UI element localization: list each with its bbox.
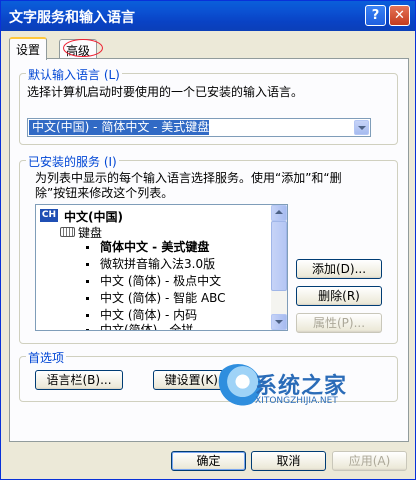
close-icon: ✕ bbox=[394, 8, 405, 23]
preferences-legend: 首选项 bbox=[26, 349, 67, 366]
remove-button[interactable]: 删除(R) bbox=[296, 286, 382, 306]
scroll-down-icon[interactable] bbox=[271, 314, 287, 330]
default-language-value: 中文(中国) - 简体中文 - 美式键盘 bbox=[29, 120, 210, 135]
title-bar[interactable]: 文字服务和输入语言 ? ✕ bbox=[1, 1, 415, 31]
properties-button[interactable]: 属性(P)... bbox=[296, 313, 382, 333]
cancel-button[interactable]: 取消 bbox=[251, 451, 326, 471]
apply-button[interactable]: 应用(A) bbox=[332, 451, 407, 471]
help-button[interactable]: ? bbox=[365, 5, 386, 26]
services-list[interactable]: CH 中文(中国) 键盘 简体中文 - 美式键盘 微软拼音输入法3.0版 中文 … bbox=[35, 204, 288, 331]
keyboard-node[interactable]: 键盘 bbox=[78, 224, 102, 241]
chevron-down-icon[interactable] bbox=[354, 120, 369, 135]
installed-services-legend: 已安装的服务 (I) bbox=[26, 153, 119, 170]
close-button[interactable]: ✕ bbox=[389, 5, 410, 26]
installed-services-description-1: 为列表中显示的每个输入语言选择服务。使用“添加”和“删 bbox=[35, 171, 342, 185]
language-node[interactable]: 中文(中国) bbox=[64, 208, 123, 225]
services-scrollbar[interactable] bbox=[271, 205, 287, 330]
scroll-up-icon[interactable] bbox=[271, 205, 287, 221]
services-list-content: CH 中文(中国) 键盘 简体中文 - 美式键盘 微软拼音输入法3.0版 中文 … bbox=[40, 208, 226, 331]
default-language-select[interactable]: 中文(中国) - 简体中文 - 美式键盘 bbox=[27, 118, 371, 137]
tab-advanced[interactable]: 高级 bbox=[59, 39, 98, 59]
language-bar-button[interactable]: 语言栏(B)... bbox=[35, 370, 123, 390]
keyboard-icon bbox=[60, 227, 75, 237]
default-language-legend: 默认输入语言 (L) bbox=[26, 66, 122, 83]
installed-services-description-2: 除”按钮来修改这个列表。 bbox=[35, 186, 174, 200]
scroll-thumb[interactable] bbox=[271, 221, 287, 291]
tab-strip: 设置 高级 bbox=[9, 37, 409, 60]
ok-button[interactable]: 确定 bbox=[171, 451, 246, 471]
default-language-description: 选择计算机启动时要使用的一个已安装的输入语言。 bbox=[27, 85, 304, 99]
tab-settings[interactable]: 设置 bbox=[9, 37, 48, 60]
language-badge-icon: CH bbox=[40, 209, 58, 222]
dialog-window: 文字服务和输入语言 ? ✕ 设置 高级 默认输入语言 (L) 选择计算机启动时要… bbox=[0, 0, 416, 480]
watermark-url: XITONGZHIJIA.NET bbox=[255, 396, 338, 406]
help-icon: ? bbox=[371, 8, 380, 23]
window-title: 文字服务和输入语言 bbox=[9, 10, 135, 26]
site-watermark: 系统之家 XITONGZHIJIA.NET bbox=[215, 364, 411, 414]
add-button[interactable]: 添加(D)... bbox=[296, 259, 382, 279]
